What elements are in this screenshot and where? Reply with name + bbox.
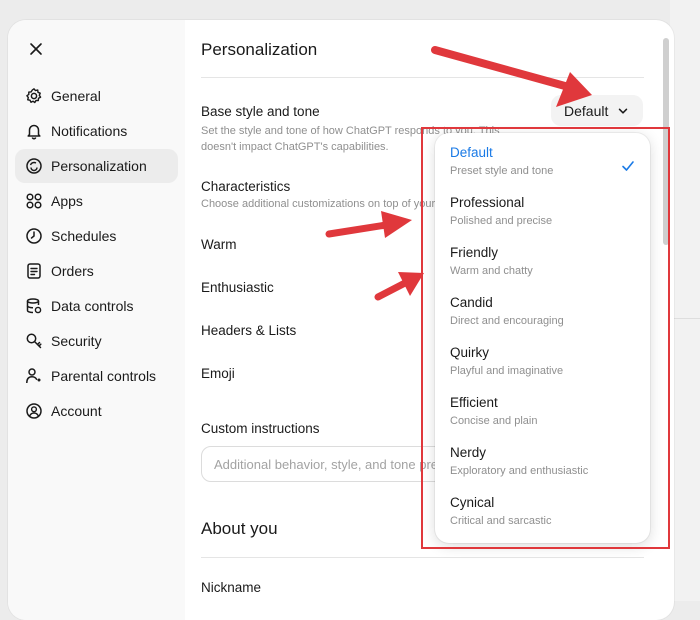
annotation-arrow-icon <box>431 46 592 107</box>
sidebar-item-label: Notifications <box>51 123 128 139</box>
personalization-icon <box>25 157 43 175</box>
annotation-highlight-box <box>421 127 670 549</box>
parental-icon <box>25 367 43 385</box>
database-icon <box>25 297 43 315</box>
sidebar-item-notifications[interactable]: Notifications <box>15 114 178 148</box>
custom-instructions-label: Custom instructions <box>201 421 320 436</box>
chevron-down-icon <box>619 108 628 114</box>
annotation-arrow-icon <box>325 211 412 238</box>
gear-icon <box>25 87 43 105</box>
sidebar-item-apps[interactable]: Apps <box>15 184 178 218</box>
characteristic-headers-lists: Headers & Lists <box>201 323 297 338</box>
sidebar-item-label: Orders <box>51 263 94 279</box>
base-style-label: Base style and tone <box>201 104 320 119</box>
sidebar-item-orders[interactable]: Orders <box>15 254 178 288</box>
sidebar-item-schedules[interactable]: Schedules <box>15 219 178 253</box>
sidebar-item-label: General <box>51 88 101 104</box>
close-icon <box>30 43 42 55</box>
sidebar-item-account[interactable]: Account <box>15 394 178 428</box>
characteristic-emoji: Emoji <box>201 366 235 381</box>
apps-grid-icon <box>25 192 43 210</box>
divider <box>201 557 644 558</box>
nickname-label: Nickname <box>201 580 262 595</box>
sidebar-item-label: Apps <box>51 193 83 209</box>
characteristic-warm: Warm <box>201 237 237 252</box>
sidebar-item-label: Personalization <box>51 158 147 174</box>
settings-sidebar: General Notifications Personalization Ap… <box>8 20 185 620</box>
annotation-arrow-icon <box>374 272 424 301</box>
characteristic-enthusiastic: Enthusiastic <box>201 280 274 295</box>
sidebar-item-label: Data controls <box>51 298 134 314</box>
account-icon <box>25 402 43 420</box>
sidebar-item-data-controls[interactable]: Data controls <box>15 289 178 323</box>
sidebar-item-label: Account <box>51 403 102 419</box>
about-you-title: About you <box>201 519 278 538</box>
clock-icon <box>25 227 43 245</box>
close-button[interactable] <box>28 41 44 57</box>
background-divider <box>670 318 700 319</box>
bell-icon <box>25 122 43 140</box>
sidebar-item-general[interactable]: General <box>15 79 178 113</box>
sidebar-item-label: Schedules <box>51 228 117 244</box>
sidebar-item-security[interactable]: Security <box>15 324 178 358</box>
sidebar-item-label: Security <box>51 333 102 349</box>
sidebar-item-label: Parental controls <box>51 368 157 384</box>
characteristics-label: Characteristics <box>201 179 291 194</box>
orders-icon <box>25 262 43 280</box>
sidebar-item-parental-controls[interactable]: Parental controls <box>15 359 178 393</box>
page-title: Personalization <box>201 40 318 59</box>
background-panel <box>670 0 700 601</box>
security-icon <box>25 332 43 350</box>
sidebar-item-personalization[interactable]: Personalization <box>15 149 178 183</box>
